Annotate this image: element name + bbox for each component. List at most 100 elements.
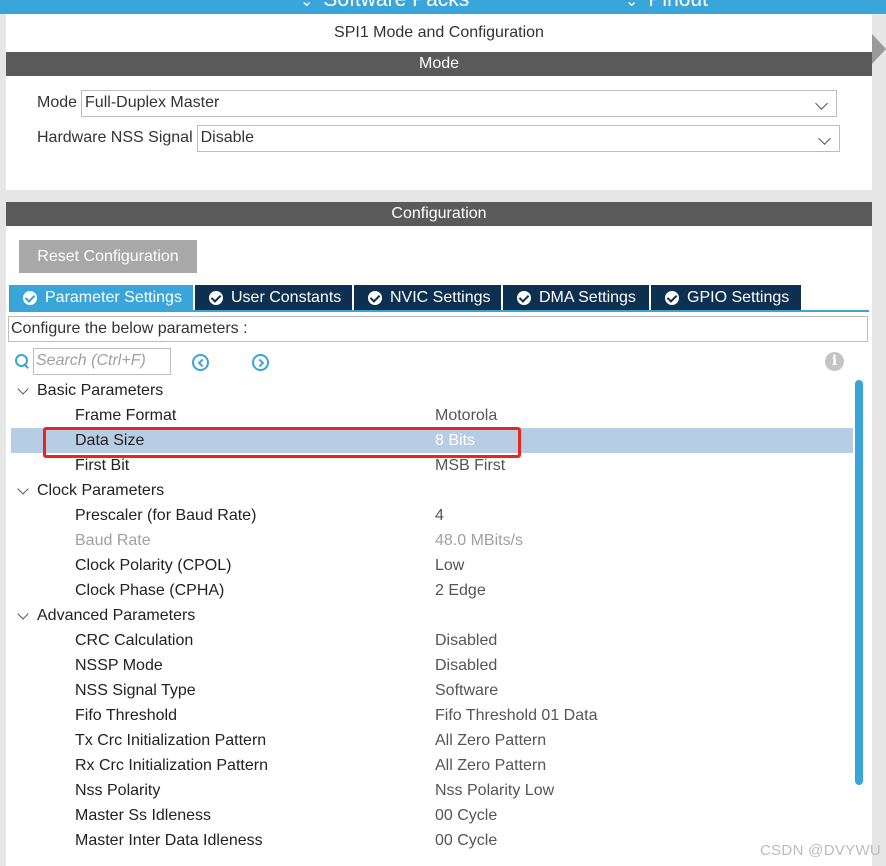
param-clock-polarity[interactable]: Clock Polarity (CPOL) Low: [11, 553, 853, 578]
param-crc-calculation[interactable]: CRC Calculation Disabled: [11, 628, 853, 653]
param-name: Rx Crc Initialization Pattern: [75, 757, 268, 774]
param-name: CRC Calculation: [75, 632, 194, 649]
chevron-down-icon: ⌄: [300, 0, 314, 10]
nss-row: Hardware NSS Signal Disable: [37, 124, 840, 152]
watermark: CSDN @DVYWU: [760, 842, 882, 859]
param-value: Motorola: [435, 407, 498, 424]
group-label: Advanced Parameters: [37, 607, 196, 624]
param-name: Fifo Threshold: [75, 707, 177, 724]
group-basic-parameters[interactable]: Basic Parameters: [11, 378, 853, 403]
config-tabs: Parameter Settings User Constants NVIC S…: [9, 285, 803, 311]
param-fifo-threshold[interactable]: Fifo Threshold Fifo Threshold 01 Data: [11, 703, 853, 728]
pinout-menu[interactable]: ⌄ Pinout: [625, 0, 708, 12]
param-master-inter-data-idleness[interactable]: Master Inter Data Idleness 00 Cycle: [11, 828, 853, 853]
search-input[interactable]: [33, 347, 171, 375]
chevron-down-icon: [17, 483, 29, 495]
right-gutter: [872, 14, 886, 866]
scrollbar-thumb[interactable]: [855, 380, 863, 785]
tab-label: Parameter Settings: [45, 289, 182, 306]
param-nss-polarity[interactable]: Nss Polarity Nss Polarity Low: [11, 778, 853, 803]
param-name: Prescaler (for Baud Rate): [75, 507, 257, 524]
param-name: Baud Rate: [75, 532, 151, 549]
param-value: All Zero Pattern: [435, 757, 547, 774]
tab-gpio-settings[interactable]: GPIO Settings: [651, 285, 801, 311]
group-advanced-parameters[interactable]: Advanced Parameters: [11, 603, 853, 628]
param-value[interactable]: 8 Bits: [435, 428, 475, 453]
reset-configuration-button[interactable]: Reset Configuration: [19, 240, 197, 273]
group-clock-parameters[interactable]: Clock Parameters: [11, 478, 853, 503]
param-value: 4: [435, 507, 444, 524]
nss-select[interactable]: Disable: [196, 124, 840, 152]
top-toolbar: ⌄ Software Packs ⌄ Pinout: [0, 0, 886, 14]
param-name: Clock Polarity (CPOL): [75, 557, 232, 574]
param-name: Tx Crc Initialization Pattern: [75, 732, 267, 749]
left-gutter: [0, 14, 6, 866]
tab-label: NVIC Settings: [390, 289, 491, 306]
tab-nvic-settings[interactable]: NVIC Settings: [354, 285, 501, 311]
check-circle-icon: [517, 291, 531, 305]
mode-row: Mode Full-Duplex Master: [37, 89, 838, 117]
check-circle-icon: [368, 291, 382, 305]
search-previous-button[interactable]: [192, 354, 209, 371]
param-value: Fifo Threshold 01 Data: [435, 707, 598, 724]
param-clock-phase[interactable]: Clock Phase (CPHA) 2 Edge: [11, 578, 853, 603]
tab-label: GPIO Settings: [687, 289, 790, 306]
pinout-label: Pinout: [648, 0, 708, 11]
tab-parameter-settings[interactable]: Parameter Settings: [9, 285, 193, 311]
param-name: Data Size: [75, 432, 145, 449]
param-value: 48.0 MBits/s: [435, 532, 524, 549]
tab-user-constants[interactable]: User Constants: [195, 285, 352, 311]
tab-underline: [9, 310, 869, 312]
parameters-description: Configure the below parameters :: [8, 316, 868, 342]
tab-label: DMA Settings: [539, 289, 636, 306]
chevron-down-icon: [817, 131, 831, 145]
section-separator: [6, 190, 872, 202]
param-value: Disabled: [435, 632, 498, 649]
param-first-bit[interactable]: First Bit MSB First: [11, 453, 853, 478]
param-value: 00 Cycle: [435, 832, 498, 849]
param-value: Low: [435, 557, 465, 574]
param-data-size[interactable]: Data Size 8 Bits: [11, 428, 853, 453]
search-next-button[interactable]: [252, 354, 269, 371]
mode-select-value: Full-Duplex Master: [85, 94, 220, 111]
param-value: MSB First: [435, 457, 506, 474]
chevron-down-icon: [815, 96, 828, 110]
param-value: 2 Edge: [435, 582, 486, 599]
search-icon: [14, 353, 30, 369]
param-name: Master Ss Idleness: [75, 807, 212, 824]
param-master-ss-idleness[interactable]: Master Ss Idleness 00 Cycle: [11, 803, 853, 828]
mode-section-header: Mode: [6, 52, 872, 76]
chevron-down-icon: [17, 383, 29, 395]
chevron-down-icon: [17, 608, 29, 620]
chevron-left-icon: [197, 358, 207, 367]
chevron-right-icon: [255, 358, 264, 367]
info-icon[interactable]: i: [825, 352, 844, 371]
param-value: All Zero Pattern: [435, 732, 547, 749]
param-name: First Bit: [75, 457, 130, 474]
param-value: Software: [435, 682, 499, 699]
check-circle-icon: [23, 291, 37, 305]
mode-select[interactable]: Full-Duplex Master: [81, 89, 838, 117]
param-value: Disabled: [435, 657, 498, 674]
param-name: NSSP Mode: [75, 657, 163, 674]
param-tx-crc-init-pattern[interactable]: Tx Crc Initialization Pattern All Zero P…: [11, 728, 853, 753]
panel-title: SPI1 Mode and Configuration: [334, 24, 544, 41]
param-frame-format[interactable]: Frame Format Motorola: [11, 403, 853, 428]
group-label: Clock Parameters: [37, 482, 165, 499]
param-name: Clock Phase (CPHA): [75, 582, 225, 599]
param-name: NSS Signal Type: [75, 682, 196, 699]
group-label: Basic Parameters: [37, 382, 164, 399]
param-name: Frame Format: [75, 407, 177, 424]
param-nss-signal-type[interactable]: NSS Signal Type Software: [11, 678, 853, 703]
param-value: 00 Cycle: [435, 807, 498, 824]
param-rx-crc-init-pattern[interactable]: Rx Crc Initialization Pattern All Zero P…: [11, 753, 853, 778]
search-row: [14, 347, 171, 375]
mode-label: Mode: [37, 94, 78, 111]
param-name: Master Inter Data Idleness: [75, 832, 263, 849]
param-prescaler[interactable]: Prescaler (for Baud Rate) 4: [11, 503, 853, 528]
param-nssp-mode[interactable]: NSSP Mode Disabled: [11, 653, 853, 678]
chevron-down-icon: ⌄: [625, 0, 639, 10]
software-packs-menu[interactable]: ⌄ Software Packs: [300, 0, 469, 12]
collapse-handle[interactable]: [872, 34, 886, 64]
tab-dma-settings[interactable]: DMA Settings: [503, 285, 649, 311]
